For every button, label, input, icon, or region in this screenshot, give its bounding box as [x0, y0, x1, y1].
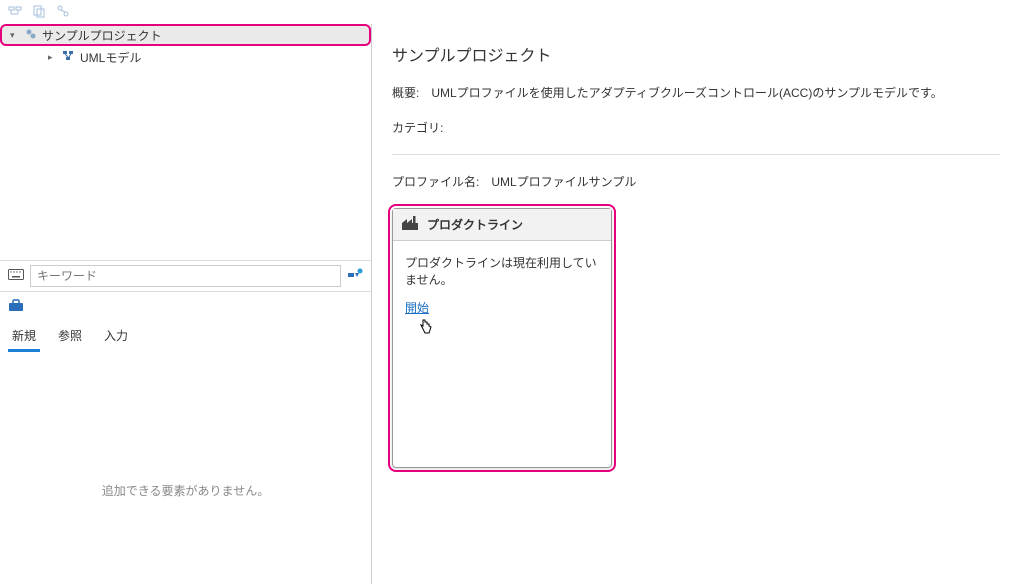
- overview-text: UMLプロファイルを使用したアダプティブクルーズコントロール(ACC)のサンプル…: [431, 84, 942, 101]
- toolbar-icon-2[interactable]: [32, 4, 46, 21]
- model-icon: [62, 49, 76, 66]
- keyboard-icon: [8, 269, 24, 284]
- card-body: プロダクトラインは現在利用していません。 開始: [393, 241, 611, 351]
- category-row: カテゴリ:: [392, 119, 1000, 136]
- toolbar-icon-3[interactable]: [56, 4, 70, 21]
- filter-icon[interactable]: [347, 267, 363, 286]
- cursor-pointer-icon: [417, 318, 611, 339]
- start-link[interactable]: 開始: [405, 301, 429, 315]
- tree-child-item[interactable]: ▸ UMLモデル: [0, 46, 371, 68]
- profile-text: UMLプロファイルサンプル: [491, 173, 636, 190]
- tab-reference[interactable]: 参照: [54, 323, 86, 352]
- toolbox-icon[interactable]: [8, 298, 24, 315]
- overview-row: 概要: UMLプロファイルを使用したアダプティブクルーズコントロール(ACC)の…: [392, 84, 1000, 101]
- empty-message: 追加できる要素がありません。: [0, 352, 371, 584]
- right-panel: サンプルプロジェクト 概要: UMLプロファイルを使用したアダプティブクルーズコ…: [372, 24, 1020, 584]
- tree-root-item[interactable]: ▾ サンプルプロジェクト: [0, 24, 371, 46]
- tree-child-label: UMLモデル: [80, 49, 141, 66]
- divider: [392, 154, 1000, 155]
- card-text: プロダクトラインは現在利用していません。: [405, 255, 599, 289]
- toolbar-icon-1[interactable]: [8, 4, 22, 21]
- left-panel: ▾ サンプルプロジェクト ▸ UMLモデル: [0, 24, 372, 584]
- tree-view[interactable]: ▾ サンプルプロジェクト ▸ UMLモデル: [0, 24, 371, 260]
- search-input[interactable]: [30, 265, 341, 287]
- page-title: サンプルプロジェクト: [392, 42, 1000, 66]
- expander-icon[interactable]: ▸: [48, 52, 58, 63]
- overview-label: 概要:: [392, 84, 419, 101]
- tree-root-label: サンプルプロジェクト: [42, 27, 162, 44]
- search-bar: [0, 260, 371, 291]
- card-title: プロダクトライン: [427, 216, 523, 233]
- top-toolbar: [0, 0, 1020, 24]
- expander-icon[interactable]: ▾: [10, 30, 20, 41]
- profile-label: プロファイル名:: [392, 173, 479, 190]
- project-icon: [24, 27, 38, 44]
- profile-row: プロファイル名: UMLプロファイルサンプル: [392, 173, 1000, 190]
- product-line-card: プロダクトライン プロダクトラインは現在利用していません。 開始: [392, 208, 612, 468]
- tab-input[interactable]: 入力: [100, 323, 132, 352]
- tab-new[interactable]: 新規: [8, 323, 40, 352]
- category-label: カテゴリ:: [392, 119, 443, 136]
- card-header: プロダクトライン: [393, 209, 611, 241]
- tab-row: 新規 参照 入力: [8, 323, 363, 352]
- factory-icon: [401, 215, 419, 234]
- lower-panel: 新規 参照 入力: [0, 291, 371, 352]
